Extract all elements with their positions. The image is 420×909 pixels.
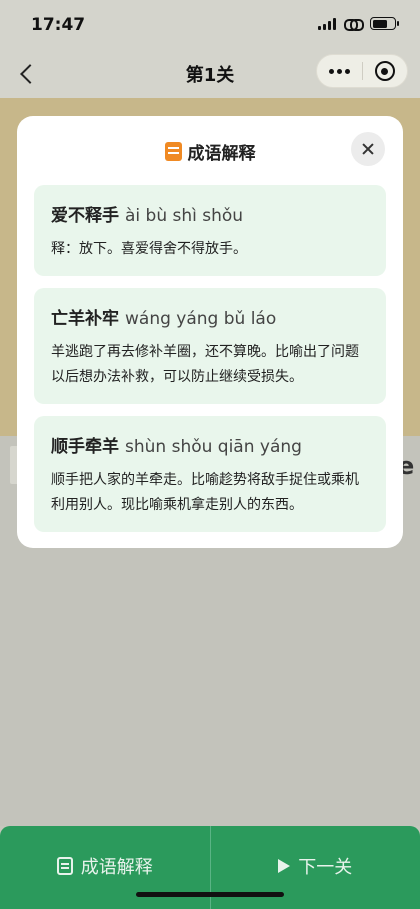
idiom-explanation-button-label: 成语解释 (80, 856, 153, 878)
idiom-text: 顺手牵羊 (51, 437, 119, 457)
status-bar: 17:47 (0, 0, 420, 50)
idiom-card: 顺手牵羊 shùn shǒu qiān yáng 顺手把人家的羊牵走。比喻趁势将敌… (34, 416, 386, 532)
idiom-card: 亡羊补牢 wáng yáng bǔ láo 羊逃跑了再去修补羊圈，还不算晚。比喻出… (34, 288, 386, 404)
idiom-explanation: 羊逃跑了再去修补羊圈，还不算晚。比喻出了问题以后想办法补救，可以防止继续受损失。 (51, 344, 359, 385)
target-ring-icon (374, 61, 395, 81)
link-icon (344, 18, 364, 31)
mini-program-capsule (316, 54, 408, 88)
signal-icon (318, 17, 336, 30)
idiom-explanation-modal: 成语解释 爱不释手 ài bù shì shǒu 释：放下。喜爱得舍不得放手。 亡… (17, 116, 403, 548)
idiom-card: 爱不释手 ài bù shì shǒu 释：放下。喜爱得舍不得放手。 (34, 185, 386, 276)
status-time: 17:47 (31, 15, 86, 35)
idiom-pinyin: ài bù shì shǒu (125, 206, 244, 226)
exit-button[interactable] (363, 55, 408, 87)
modal-title: 成语解释 (187, 143, 256, 164)
book-icon (56, 856, 73, 875)
battery-icon (370, 17, 399, 30)
book-icon (164, 141, 182, 161)
idiom-explanation: 释：放下。喜爱得舍不得放手。 (51, 241, 247, 257)
idiom-card-heading: 亡羊补牢 wáng yáng bǔ láo (51, 304, 370, 329)
home-indicator[interactable] (136, 892, 284, 897)
idiom-card-heading: 顺手牵羊 shùn shǒu qiān yáng (51, 432, 370, 457)
more-button[interactable] (317, 55, 362, 87)
next-level-button-label: 下一关 (298, 856, 353, 878)
idiom-explanation: 顺手把人家的羊牵走。比喻趁势将敌手捉住或乘机利用别人。现比喻乘机拿走别人的东西。 (51, 472, 359, 513)
more-dots-icon (328, 68, 350, 74)
idiom-text: 亡羊补牢 (51, 309, 119, 329)
idiom-card-heading: 爱不释手 ài bù shì shǒu (51, 201, 370, 226)
play-icon (278, 858, 291, 873)
nav-bar: 第1关 (0, 50, 420, 98)
modal-header: 成语解释 (17, 138, 403, 164)
status-icons (318, 17, 399, 31)
idiom-pinyin: wáng yáng bǔ láo (125, 309, 277, 329)
idiom-text: 爱不释手 (51, 206, 119, 226)
idiom-pinyin: shùn shǒu qiān yáng (125, 437, 302, 457)
close-icon[interactable] (351, 132, 385, 166)
